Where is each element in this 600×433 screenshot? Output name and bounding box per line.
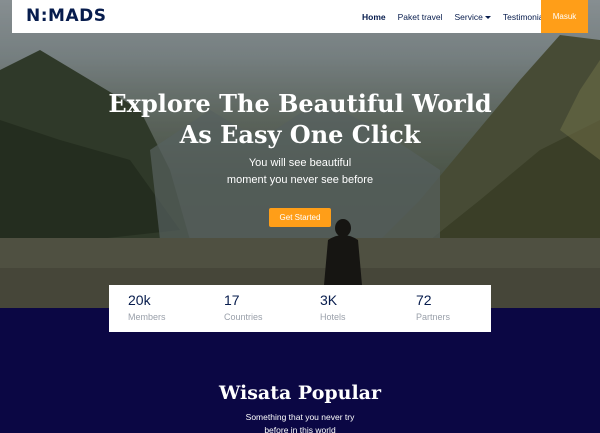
login-button[interactable]: Masuk (541, 0, 588, 33)
nav-link-testimonial[interactable]: Testimonial (503, 12, 546, 22)
stat-countries: 17 Countries (224, 292, 263, 322)
hero-subtitle-line2: moment you never see before (226, 174, 374, 186)
nav-link-home[interactable]: Home (362, 12, 386, 22)
hero-title-line1: Explore The Beautiful World (108, 89, 492, 118)
stat-label: Partners (416, 312, 451, 322)
brand-logo[interactable]: N:MADS (26, 6, 106, 26)
nav-link-paket-travel[interactable]: Paket travel (398, 12, 443, 22)
stats-bar: 20k Members 17 Countries 3K Hotels 72 Pa… (109, 285, 491, 332)
popular-subtitle-line2: before in this world (264, 425, 336, 433)
chevron-down-icon (484, 15, 491, 19)
popular-subtitle-line1: Something that you never try (245, 412, 355, 422)
stat-label: Members (128, 312, 166, 322)
stat-hotels: 3K Hotels (320, 292, 346, 322)
popular-section-title: Wisata Popular (218, 382, 382, 404)
hero-title: Explore The Beautiful World As Easy One … (0, 88, 600, 150)
nav-links: Home Paket travel Service Testimonial (362, 0, 557, 33)
hero-section (0, 0, 600, 308)
nav-link-service[interactable]: Service (455, 12, 491, 22)
stat-label: Hotels (320, 312, 346, 322)
stat-value: 3K (320, 292, 338, 308)
nav-link-service-label: Service (454, 11, 483, 22)
stat-value: 72 (416, 292, 432, 308)
stat-partners: 72 Partners (416, 292, 450, 322)
navbar: N:MADS Home Paket travel Service Testimo… (12, 0, 588, 33)
stat-members: 20k Members (128, 292, 166, 322)
get-started-button[interactable]: Get Started (269, 208, 331, 227)
hero-title-line2: As Easy One Click (179, 120, 421, 149)
stat-value: 17 (224, 292, 240, 308)
stat-value: 20k (128, 292, 151, 308)
hero-subtitle: You will see beautiful moment you never … (0, 155, 600, 189)
stat-label: Countries (224, 312, 263, 322)
hero-overlay (0, 0, 600, 308)
hero-subtitle-line1: You will see beautiful (248, 157, 352, 169)
popular-section-subtitle: Something that you never try before in t… (0, 411, 600, 433)
